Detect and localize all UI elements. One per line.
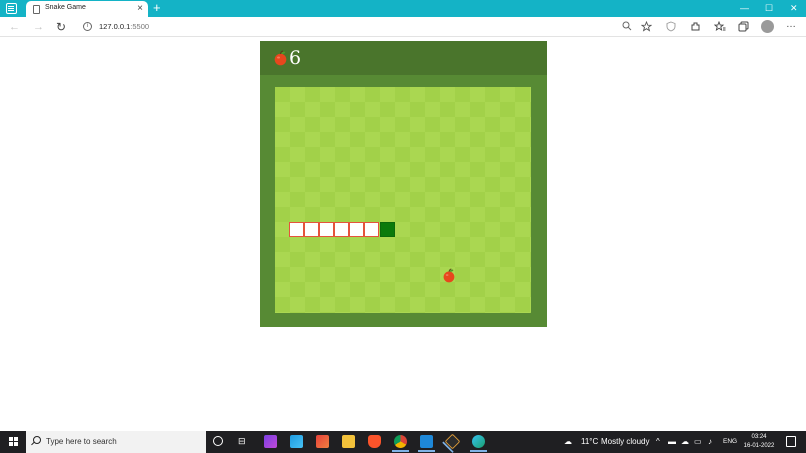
new-tab-button[interactable]: + — [153, 0, 161, 16]
zoom-icon[interactable] — [622, 21, 632, 34]
extensions-icon[interactable] — [690, 21, 701, 35]
edge-icon[interactable] — [470, 435, 487, 452]
cortana-icon[interactable] — [213, 436, 223, 446]
show-hidden-icons-icon[interactable]: ^ — [656, 437, 660, 447]
forward-button[interactable]: → — [33, 19, 44, 35]
snake-body-segment — [334, 222, 349, 237]
collections-icon[interactable] — [738, 21, 749, 35]
favorites-icon[interactable] — [713, 20, 726, 35]
game-header: 6 — [260, 41, 547, 75]
shield-icon[interactable] — [666, 21, 676, 35]
network-icon[interactable]: ▭ — [694, 437, 702, 447]
notifications-icon[interactable] — [786, 436, 796, 447]
clock-date: 16-01-2022 — [743, 443, 775, 449]
file-explorer-icon[interactable] — [342, 435, 355, 448]
snake-head — [380, 222, 395, 237]
affinity-designer-icon[interactable] — [290, 435, 303, 448]
chrome-icon[interactable] — [392, 435, 409, 452]
windows-taskbar: Type here to search ⊟ ☁ 11°C Mostly clou… — [0, 431, 806, 453]
tab-title: Snake Game — [45, 4, 86, 11]
windows-start-icon[interactable] — [9, 437, 19, 447]
vscode-icon[interactable] — [418, 435, 435, 452]
git-icon[interactable] — [444, 433, 461, 450]
clock[interactable]: 03:24 16-01-2022 — [742, 433, 776, 451]
site-info-icon[interactable]: i — [83, 22, 92, 31]
browser-toolbar: ← → ↻ i 127.0.0.1:5500 … — [0, 17, 806, 37]
score-value: 6 — [289, 47, 302, 69]
tab-close-icon[interactable]: × — [137, 2, 143, 16]
close-window-button[interactable]: ✕ — [790, 1, 798, 15]
search-icon — [33, 436, 41, 444]
snake-body-segment — [349, 222, 364, 237]
cloud-icon[interactable]: ☁ — [681, 437, 689, 447]
task-view-icon[interactable]: ⊟ — [238, 436, 246, 447]
brave-icon[interactable] — [368, 435, 381, 448]
apple-food-icon — [442, 268, 456, 288]
tab-snake-game[interactable]: Snake Game × — [26, 1, 148, 17]
snake-body-segment — [364, 222, 379, 237]
minimize-button[interactable]: — — [740, 1, 749, 15]
search-placeholder: Type here to search — [46, 437, 117, 446]
snake-body-segment — [289, 222, 304, 237]
snake-body-segment — [304, 222, 319, 237]
weather-icon[interactable]: ☁ — [564, 437, 572, 447]
affinity-publisher-icon[interactable] — [316, 435, 329, 448]
tab-actions-menu-icon[interactable] — [6, 3, 17, 14]
browser-tab-strip: Snake Game × + — ☐ ✕ — [0, 0, 806, 17]
volume-icon[interactable]: ♪ — [708, 437, 712, 447]
game-board[interactable] — [275, 87, 531, 313]
url-text[interactable]: 127.0.0.1:5500 — [99, 22, 149, 31]
back-button[interactable]: ← — [9, 19, 20, 35]
snake-body-segment — [319, 222, 334, 237]
page-favicon-icon — [33, 5, 40, 14]
onedrive-icon[interactable]: ▬ — [668, 437, 676, 447]
favorite-add-icon[interactable] — [640, 20, 653, 35]
snake-game: 6 — [260, 41, 547, 327]
affinity-photo-icon[interactable] — [264, 435, 277, 448]
more-icon[interactable]: … — [786, 19, 796, 30]
address-bar[interactable]: i 127.0.0.1:5500 — [77, 19, 657, 35]
score-apple-icon — [273, 50, 288, 71]
clock-time: 03:24 — [751, 434, 767, 440]
weather-description[interactable]: Mostly cloudy — [601, 437, 649, 446]
taskbar-search-box[interactable]: Type here to search — [26, 431, 206, 453]
weather-temperature[interactable]: 11°C — [581, 437, 598, 446]
maximize-button[interactable]: ☐ — [765, 1, 773, 15]
reload-button[interactable]: ↻ — [56, 19, 66, 35]
input-language[interactable]: ENG — [723, 438, 737, 445]
profile-icon[interactable] — [761, 20, 774, 33]
